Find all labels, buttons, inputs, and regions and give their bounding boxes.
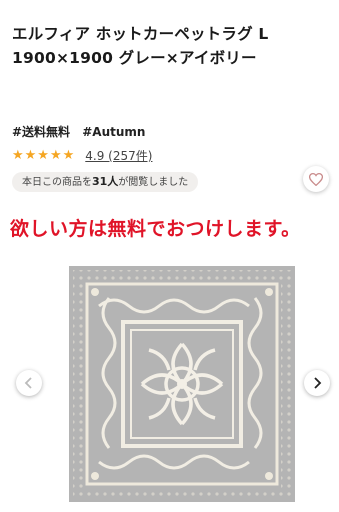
- chevron-right-icon: [314, 377, 322, 389]
- rug-pattern-image: [69, 266, 295, 502]
- views-prefix: 本日この商品を: [22, 177, 92, 188]
- rating-summary-link[interactable]: 4.9 (257件): [85, 147, 152, 164]
- favorite-button[interactable]: [303, 166, 329, 192]
- tag-free-shipping[interactable]: #送料無料: [12, 125, 70, 139]
- product-title: エルフィア ホットカーペットラグ L 1900×1900 グレー×アイボリー: [12, 25, 269, 67]
- views-count: 31人: [92, 175, 119, 188]
- views-suffix: が閲覧しました: [118, 177, 189, 188]
- product-image[interactable]: [69, 266, 295, 502]
- free-gift-banner: 欲しい方は無料でおつけします。: [10, 218, 301, 240]
- product-tags: #送料無料 #Autumn: [12, 123, 153, 140]
- rating-row[interactable]: ★★★★★ 4.9 (257件): [12, 146, 152, 164]
- tag-autumn[interactable]: #Autumn: [82, 125, 145, 139]
- heart-icon: [309, 172, 323, 186]
- next-image-button[interactable]: [304, 370, 330, 396]
- star-rating-icon: ★★★★★: [12, 147, 76, 163]
- chevron-left-icon: [24, 377, 32, 389]
- views-badge: 本日この商品を31人が閲覧しました: [12, 172, 199, 192]
- previous-image-button[interactable]: [16, 370, 42, 396]
